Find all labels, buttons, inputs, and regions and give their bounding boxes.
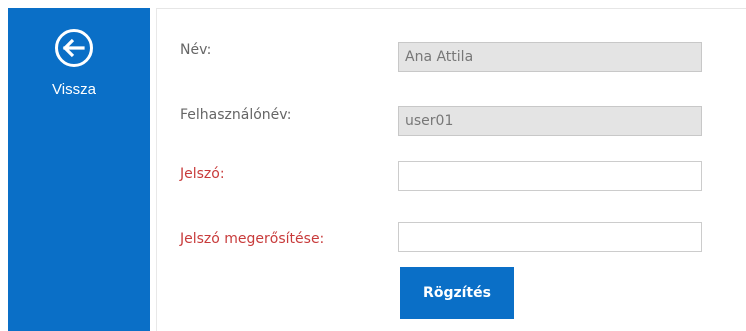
name-field[interactable]: [398, 42, 702, 72]
user-form: Név: Felhasználónév: Jelszó: Jelszó mege…: [0, 0, 746, 331]
password-confirm-field[interactable]: [398, 222, 702, 252]
name-label: Név:: [180, 42, 212, 58]
password-confirm-label: Jelszó megerősítése:: [180, 231, 325, 247]
password-field[interactable]: [398, 161, 702, 191]
username-label: Felhasználónév:: [180, 107, 292, 123]
password-label: Jelszó:: [180, 166, 225, 182]
username-field[interactable]: [398, 106, 702, 136]
save-button[interactable]: Rögzítés: [400, 267, 514, 319]
